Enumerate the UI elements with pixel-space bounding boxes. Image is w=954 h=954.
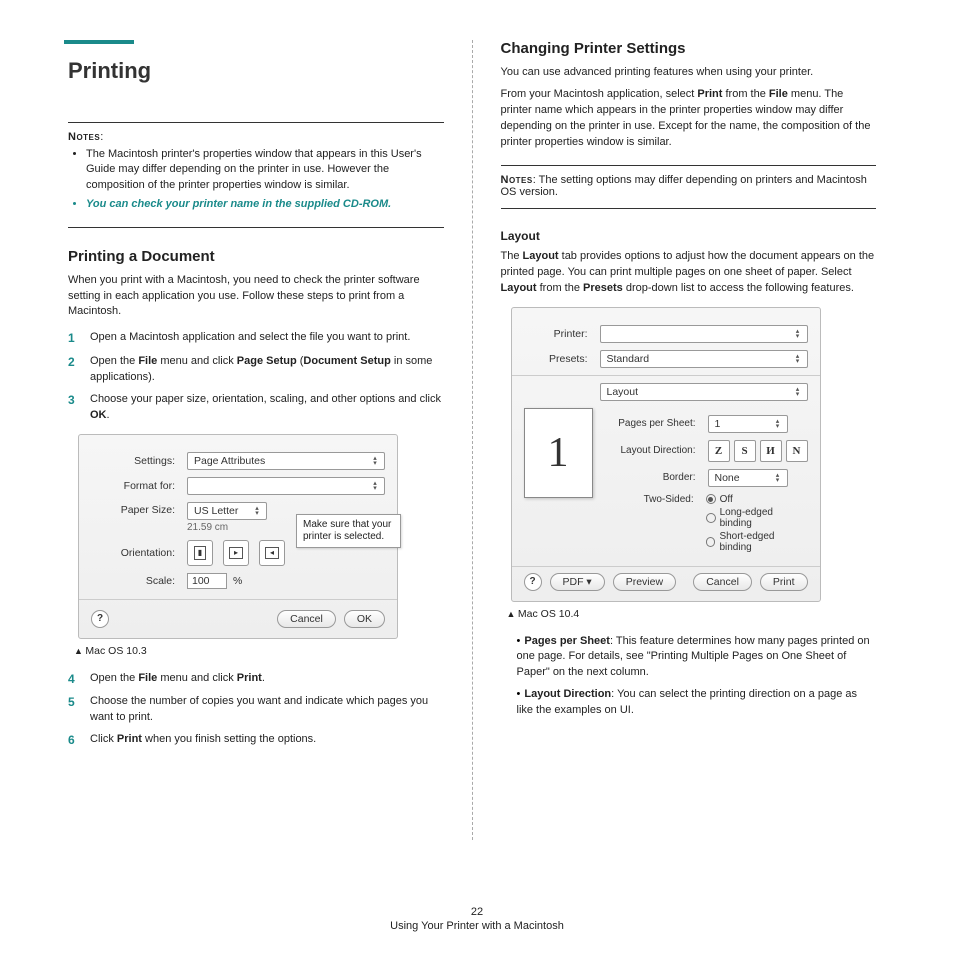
cancel-button[interactable]: Cancel <box>693 573 752 591</box>
print-layout-dialog: Printer: ▴▾ Presets: Standard▴▾ Layout▴▾… <box>511 307 821 602</box>
orientation-portrait-button[interactable]: ▮ <box>187 540 213 566</box>
two-sided-label: Two-Sided: <box>607 494 700 505</box>
layout-bullets: Pages per Sheet: This feature determines… <box>517 634 877 720</box>
presets-label: Presets: <box>524 353 594 365</box>
border-select[interactable]: None▴▾ <box>708 469 788 487</box>
chevron-updown-icon: ▴▾ <box>792 328 804 340</box>
body-text: You can use advanced printing features w… <box>501 65 877 81</box>
print-button[interactable]: Print <box>760 573 808 591</box>
bullet-item: Layout Direction: You can select the pri… <box>517 687 877 719</box>
title-rule <box>64 40 134 44</box>
direction-u-button[interactable]: И <box>760 440 782 462</box>
settings-label: Settings: <box>91 455 181 467</box>
step-item: 1 Open a Macintosh application and selec… <box>68 330 444 347</box>
chevron-updown-icon: ▴▾ <box>251 505 263 517</box>
step-item: 3 Choose your paper size, orientation, s… <box>68 392 444 424</box>
scale-input[interactable]: 100 <box>187 573 227 589</box>
step-item: 5 Choose the number of copies you want a… <box>68 694 444 726</box>
notes-box: Notes: The setting options may differ de… <box>501 165 877 209</box>
notes-label: Notes <box>68 131 100 143</box>
pages-per-sheet-select[interactable]: 1▴▾ <box>708 415 788 433</box>
section-intro: When you print with a Macintosh, you nee… <box>68 273 444 321</box>
body-text: The Layout tab provides options to adjus… <box>501 249 877 297</box>
pdf-button[interactable]: PDF ▾ <box>550 573 605 591</box>
paper-size-select[interactable]: US Letter▴▾ <box>187 502 267 520</box>
direction-n-button[interactable]: N <box>786 440 808 462</box>
printer-select[interactable]: ▴▾ <box>600 325 808 343</box>
step-item: 6 Click Print when you finish setting th… <box>68 732 444 749</box>
notes-item: The Macintosh printer's properties windo… <box>86 147 444 193</box>
step-item: 4 Open the File menu and click Print. <box>68 671 444 688</box>
body-text: From your Macintosh application, select … <box>501 87 877 151</box>
page-setup-dialog-wrap: Settings: Page Attributes▴▾ Format for: … <box>68 434 444 639</box>
layout-direction-label: Layout Direction: <box>607 445 702 456</box>
paper-dim: 21.59 cm <box>187 522 267 533</box>
notes-label: Notes <box>501 174 533 186</box>
subsection-heading: Layout <box>501 229 877 243</box>
direction-s-button[interactable]: S <box>734 440 756 462</box>
steps-list-b: 4 Open the File menu and click Print. 5 … <box>68 671 444 750</box>
format-for-select[interactable]: ▴▾ <box>187 477 385 495</box>
page-title: Printing <box>68 58 444 84</box>
ok-button[interactable]: OK <box>344 610 385 628</box>
orientation-landscape-left-button[interactable]: ▸ <box>223 540 249 566</box>
callout-printer-selected: Make sure that your printer is selected. <box>296 514 401 548</box>
border-label: Border: <box>607 472 702 483</box>
format-for-label: Format for: <box>91 480 181 492</box>
chevron-updown-icon: ▴▾ <box>792 386 804 398</box>
chevron-updown-icon: ▴▾ <box>772 472 784 484</box>
right-column: Changing Printer Settings You can use ad… <box>473 40 905 840</box>
page-number: 22 <box>0 906 954 918</box>
page-preview: 1 <box>524 408 593 498</box>
help-button[interactable]: ? <box>91 610 109 628</box>
section-heading: Changing Printer Settings <box>501 40 877 57</box>
pages-per-sheet-label: Pages per Sheet: <box>607 418 702 429</box>
cancel-button[interactable]: Cancel <box>277 610 336 628</box>
two-sided-short-radio[interactable] <box>706 537 716 547</box>
printer-label: Printer: <box>524 328 594 340</box>
page-footer: 22 Using Your Printer with a Macintosh <box>0 906 954 932</box>
chevron-updown-icon: ▴▾ <box>369 455 381 467</box>
steps-list-a: 1 Open a Macintosh application and selec… <box>68 330 444 423</box>
panel-select[interactable]: Layout▴▾ <box>600 383 808 401</box>
scale-label: Scale: <box>91 575 181 587</box>
two-sided-long-radio[interactable] <box>706 513 716 523</box>
scale-unit: % <box>233 575 242 587</box>
chevron-updown-icon: ▴▾ <box>772 418 784 430</box>
orientation-landscape-right-button[interactable]: ◂ <box>259 540 285 566</box>
chevron-updown-icon: ▴▾ <box>369 480 381 492</box>
presets-select[interactable]: Standard▴▾ <box>600 350 808 368</box>
step-item: 2 Open the File menu and click Page Setu… <box>68 354 444 386</box>
notes-box: Notes: The Macintosh printer's propertie… <box>68 122 444 228</box>
dialog-caption: Mac OS 10.4 <box>507 608 877 620</box>
preview-button[interactable]: Preview <box>613 573 676 591</box>
left-column: Printing Notes: The Macintosh printer's … <box>40 40 472 840</box>
orientation-label: Orientation: <box>91 547 181 559</box>
bullet-item: Pages per Sheet: This feature determines… <box>517 634 877 682</box>
help-button[interactable]: ? <box>524 573 542 591</box>
chevron-updown-icon: ▴▾ <box>792 353 804 365</box>
section-heading: Printing a Document <box>68 248 444 265</box>
direction-z-button[interactable]: Z <box>708 440 730 462</box>
dialog-caption: Mac OS 10.3 <box>74 645 444 657</box>
two-sided-off-radio[interactable] <box>706 494 716 504</box>
notes-item-highlight: You can check your printer name in the s… <box>86 197 444 212</box>
footer-text: Using Your Printer with a Macintosh <box>0 920 954 932</box>
settings-select[interactable]: Page Attributes▴▾ <box>187 452 385 470</box>
paper-size-label: Paper Size: <box>91 502 181 516</box>
